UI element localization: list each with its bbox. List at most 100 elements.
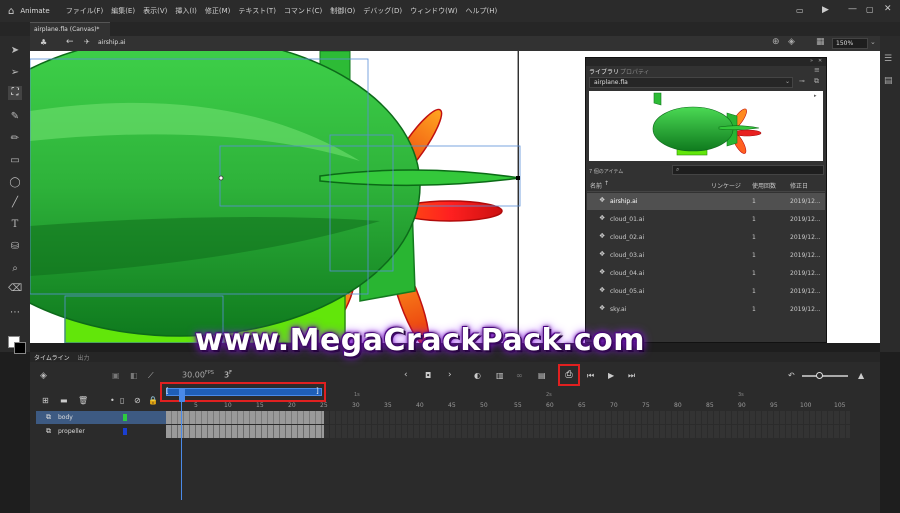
symbol-breadcrumb[interactable]: airship.ai (98, 39, 125, 46)
properties-icon[interactable]: ☰ (884, 54, 892, 64)
more-tools-icon[interactable]: ⋯ (8, 306, 22, 320)
layers-icon[interactable]: ◈ (40, 371, 47, 381)
library-row[interactable]: ❖ cloud_04.ai 1 2019/12... (587, 265, 825, 282)
lock-icon[interactable]: 🔒 (148, 396, 158, 405)
library-row[interactable]: ❖ sky.ai 1 2019/12... (587, 301, 825, 318)
current-frame-display[interactable]: 3F (224, 370, 232, 380)
column-use-count[interactable]: 使用回数 (752, 181, 776, 190)
eraser-tool-icon[interactable]: ⌫ (8, 282, 22, 296)
menu-control[interactable]: 制御(O) (330, 6, 355, 16)
minimize-icon[interactable]: ▭ (796, 6, 804, 15)
clip-icon[interactable]: ◈ (788, 37, 795, 47)
line-tool-icon[interactable]: ╱ (8, 196, 22, 210)
next-keyframe-icon[interactable]: › (448, 370, 452, 380)
layer-color-swatch[interactable] (123, 428, 127, 435)
zoom-tool-icon[interactable]: ⌕ (8, 262, 22, 276)
pencil-tool-icon[interactable]: ✏ (8, 132, 22, 146)
range-start-handle[interactable]: [ (166, 387, 169, 395)
frames-body[interactable] (166, 411, 324, 424)
frame-size-slider[interactable] (802, 372, 848, 379)
menu-view[interactable]: 表示(V) (143, 6, 167, 16)
new-layer-icon[interactable]: ⊞ (42, 396, 49, 405)
fps-display[interactable]: 30.00FPS (182, 370, 214, 380)
frames-propeller-empty[interactable] (324, 425, 850, 438)
scene-icon[interactable]: ♣ (40, 38, 47, 47)
new-folder-icon[interactable]: ▬ (60, 396, 68, 405)
graph-icon[interactable]: ⟋ (148, 371, 154, 381)
library-row[interactable]: ❖ cloud_05.ai 1 2019/12... (587, 283, 825, 300)
edit-multiple-frames-icon[interactable]: ▥ (496, 371, 504, 380)
library-row[interactable]: ❖ airship.ai 1 2019/12... (587, 193, 825, 210)
menu-window[interactable]: ウィンドウ(W) (410, 6, 457, 16)
insert-keyframe-icon[interactable]: ◘ (425, 371, 431, 380)
menu-debug[interactable]: デバッグ(D) (363, 6, 402, 16)
window-close-icon[interactable]: ✕ (884, 4, 892, 14)
library-file-select[interactable]: airplane.fla ⌄ (589, 77, 793, 88)
slider-thumb[interactable] (816, 372, 823, 379)
panel-collapse-icon[interactable]: » (810, 58, 813, 64)
layer-row-body[interactable]: ⧉ body (36, 411, 166, 424)
center-stage-icon[interactable]: ⊕ (772, 37, 780, 47)
delete-layer-icon[interactable]: 🗑 (78, 396, 88, 405)
highlight-dot-icon[interactable]: • (110, 396, 115, 405)
export-icon[interactable]: ⎙ (558, 364, 580, 386)
play-range-bar[interactable] (166, 388, 322, 396)
play-icon[interactable]: ▶ (608, 371, 614, 380)
panel-close-icon[interactable]: ✕ (818, 58, 822, 64)
range-end-handle[interactable]: ] (316, 387, 319, 395)
go-to-last-frame-icon[interactable]: ⏭ (628, 371, 635, 381)
back-arrow-icon[interactable]: ← (66, 37, 74, 47)
document-tab[interactable]: airplane.fla (Canvas)* (30, 22, 110, 36)
library-row[interactable]: ❖ cloud_01.ai 1 2019/12... (587, 211, 825, 228)
rectangle-tool-icon[interactable]: ▭ (8, 154, 22, 168)
library-icon[interactable]: ▤ (884, 76, 893, 86)
free-transform-tool-icon[interactable]: ⛶ (8, 86, 22, 100)
new-library-icon[interactable]: ⧉ (814, 77, 819, 86)
paint-bucket-tool-icon[interactable]: ⛁ (8, 240, 22, 254)
chevron-down-icon[interactable]: ⌄ (870, 38, 876, 46)
menu-help[interactable]: ヘルプ(H) (466, 6, 498, 16)
prev-keyframe-icon[interactable]: ‹ (404, 370, 408, 380)
layer-row-propeller[interactable]: ⧉ propeller (36, 425, 166, 438)
menu-text[interactable]: テキスト(T) (238, 6, 276, 16)
pin-icon[interactable]: ⊸ (799, 77, 805, 85)
home-icon[interactable]: ⌂ (8, 6, 14, 17)
menu-insert[interactable]: 挿入(I) (175, 6, 197, 16)
ruler-icon[interactable]: ▦ (816, 37, 825, 47)
menu-file[interactable]: ファイル(F) (66, 6, 104, 16)
oval-tool-icon[interactable]: ◯ (8, 176, 22, 190)
column-date-modified[interactable]: 修正日 (790, 181, 808, 190)
output-tab[interactable]: 出力 (78, 355, 90, 362)
go-to-first-frame-icon[interactable]: ⏮ (587, 371, 594, 381)
library-row[interactable]: ❖ cloud_03.ai 1 2019/12... (587, 247, 825, 264)
mountain-icon[interactable]: ▲ (858, 371, 864, 380)
convert-symbol-icon[interactable]: ▤ (538, 371, 546, 380)
onion-skin-icon[interactable]: ◐ (474, 371, 481, 380)
column-name[interactable]: 名前 (590, 181, 602, 190)
library-row[interactable]: ❖ cloud_02.ai 1 2019/12... (587, 229, 825, 246)
playhead[interactable] (179, 388, 185, 402)
selection-tool-icon[interactable]: ➤ (8, 44, 22, 58)
layer-depth-icon[interactable]: ◧ (130, 371, 138, 380)
timeline-tab[interactable]: タイムライン (34, 355, 70, 362)
menu-edit[interactable]: 編集(E) (111, 6, 135, 16)
library-tab[interactable]: ライブラリ (589, 67, 619, 76)
window-minimize-icon[interactable]: — (848, 4, 857, 14)
hide-icon[interactable]: ⊘ (134, 396, 141, 405)
zoom-select[interactable]: 150% (832, 38, 868, 49)
loop-icon[interactable]: ↶ (788, 371, 795, 380)
panel-menu-icon[interactable]: ≡ (814, 66, 820, 74)
play-preview-icon[interactable]: ▸ (814, 93, 817, 99)
library-search-input[interactable]: ⌕ (672, 165, 824, 175)
link-icon[interactable]: ∞ (516, 371, 523, 380)
fill-color-swatch[interactable] (14, 342, 26, 354)
menu-commands[interactable]: コマンド(C) (284, 6, 322, 16)
layer-color-swatch[interactable] (123, 414, 127, 421)
outline-icon[interactable]: ▯ (120, 396, 124, 405)
properties-tab[interactable]: プロパティ (620, 67, 650, 76)
frames-propeller[interactable] (166, 425, 324, 438)
window-maximize-icon[interactable]: ▢ (866, 5, 874, 14)
brush-tool-icon[interactable]: ✎ (8, 110, 22, 124)
text-tool-icon[interactable]: T (8, 218, 22, 232)
column-linkage[interactable]: リンケージ (711, 181, 741, 190)
